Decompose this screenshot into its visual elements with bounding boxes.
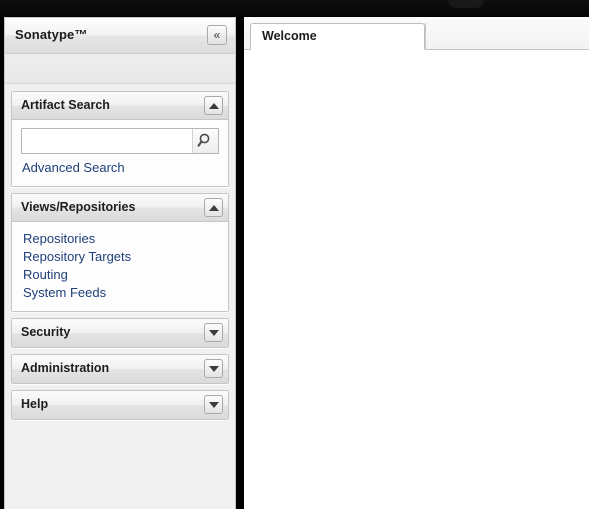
- panel-security: Security: [11, 318, 229, 348]
- chevron-down-icon[interactable]: [204, 359, 223, 378]
- chrome-tab-glyph-icon: [448, 0, 484, 8]
- chevron-down-icon[interactable]: [204, 323, 223, 342]
- search-icon: [197, 133, 210, 147]
- panel-header-security[interactable]: Security: [12, 319, 228, 347]
- welcome-content-panel: [244, 50, 589, 509]
- panel-body-views-repositories: Repositories Repository Targets Routing …: [12, 222, 228, 311]
- panel-header-artifact-search[interactable]: Artifact Search: [12, 92, 228, 120]
- panel-title-security: Security: [21, 325, 71, 339]
- artifact-search-row: [21, 128, 219, 154]
- chevron-up-icon[interactable]: [204, 96, 223, 115]
- main-content-area: Welcome: [244, 17, 589, 509]
- panel-header-administration[interactable]: Administration: [12, 355, 228, 383]
- chevron-up-icon[interactable]: [204, 198, 223, 217]
- artifact-search-input[interactable]: [22, 129, 204, 153]
- tab-welcome-label: Welcome: [262, 29, 317, 43]
- sidebar-panel-stack: Artifact Search Advanced Search Views/Re…: [5, 84, 235, 420]
- advanced-search-link[interactable]: Advanced Search: [22, 159, 219, 177]
- double-chevron-left-icon: «: [213, 28, 221, 42]
- sidebar-subheader: [5, 54, 235, 84]
- panel-administration: Administration: [11, 354, 229, 384]
- search-button[interactable]: [192, 129, 218, 153]
- sidebar: Sonatype™ « Artifact Search Advanced Sea…: [4, 17, 236, 509]
- panel-header-views-repositories[interactable]: Views/Repositories: [12, 194, 228, 222]
- sidebar-link-repositories[interactable]: Repositories: [23, 230, 219, 248]
- tab-strip: Welcome: [244, 17, 589, 50]
- panel-views-repositories: Views/Repositories Repositories Reposito…: [11, 193, 229, 312]
- panel-header-help[interactable]: Help: [12, 391, 228, 419]
- panel-title-artifact-search: Artifact Search: [21, 98, 110, 112]
- tab-strip-edge: [425, 23, 426, 50]
- chevron-down-icon[interactable]: [204, 395, 223, 414]
- views-repositories-link-list: Repositories Repository Targets Routing …: [21, 230, 219, 302]
- tab-welcome[interactable]: Welcome: [250, 23, 425, 50]
- browser-chrome-bar: [0, 0, 589, 16]
- sidebar-brand-title: Sonatype™: [15, 27, 88, 42]
- panel-title-administration: Administration: [21, 361, 110, 375]
- sidebar-link-routing[interactable]: Routing: [23, 266, 219, 284]
- collapse-sidebar-button[interactable]: «: [207, 25, 227, 45]
- panel-title-views-repositories: Views/Repositories: [21, 200, 136, 214]
- panel-body-artifact-search: Advanced Search: [12, 120, 228, 186]
- sidebar-content-splitter[interactable]: [236, 17, 244, 509]
- application-window: Sonatype™ « Artifact Search Advanced Sea…: [0, 0, 589, 509]
- panel-title-help: Help: [21, 397, 49, 411]
- panel-help: Help: [11, 390, 229, 420]
- sidebar-link-repository-targets[interactable]: Repository Targets: [23, 248, 219, 266]
- sidebar-header: Sonatype™ «: [5, 18, 235, 54]
- sidebar-link-system-feeds[interactable]: System Feeds: [23, 284, 219, 302]
- panel-artifact-search: Artifact Search Advanced Search: [11, 91, 229, 187]
